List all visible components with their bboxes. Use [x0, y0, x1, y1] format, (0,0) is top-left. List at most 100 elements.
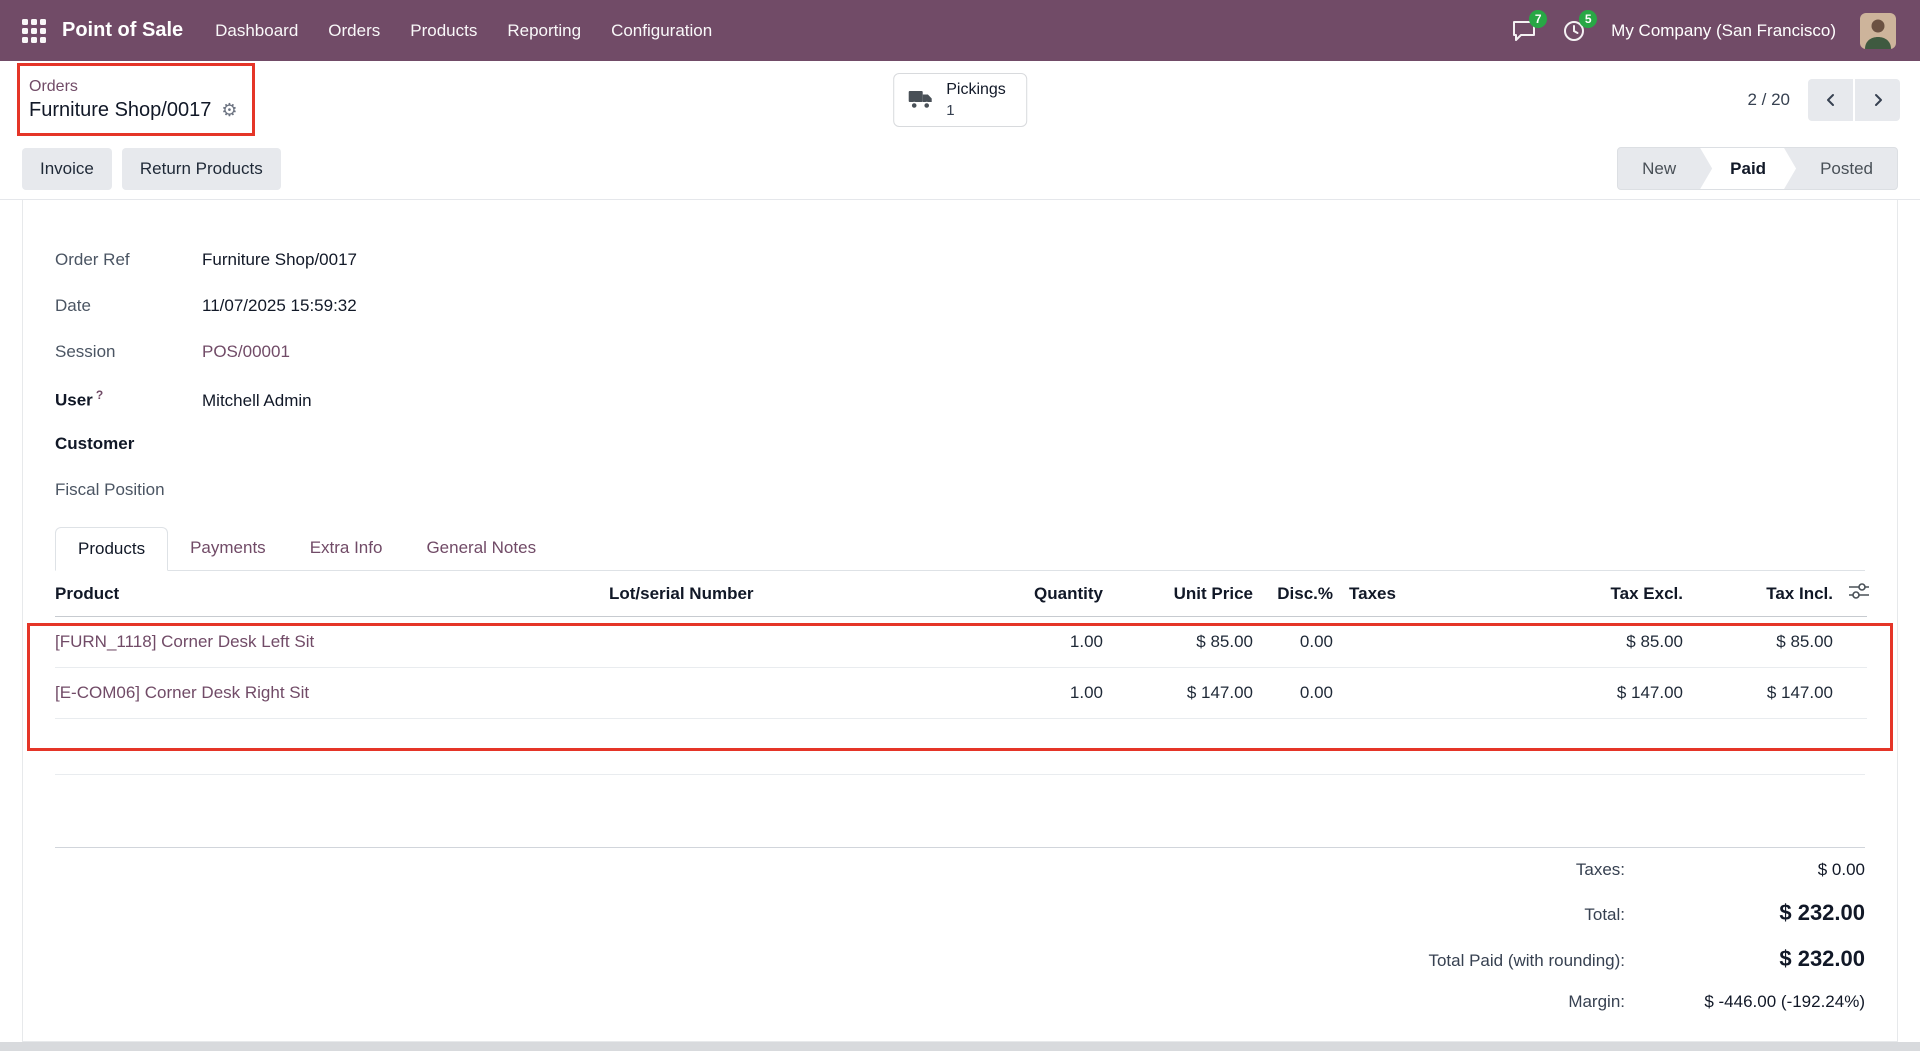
pickings-count: 1 [946, 101, 954, 121]
discount-cell-row-1[interactable]: 0.00 [1261, 617, 1341, 668]
field-value-user[interactable]: Mitchell Admin [202, 391, 312, 411]
activities-button[interactable]: 5 [1561, 18, 1587, 44]
table-header-row: Product Lot/serial Number Quantity Unit … [55, 571, 1867, 617]
notebook-tabs: Products Payments Extra Info General Not… [55, 526, 1865, 571]
product-lines-table: Product Lot/serial Number Quantity Unit … [55, 571, 1867, 719]
page-bottom-strip [0, 1042, 1920, 1051]
lot-cell-row-1[interactable] [601, 617, 881, 668]
field-session: Session POS/00001 [55, 342, 1865, 370]
top-navbar: Point of Sale Dashboard Orders Products … [0, 0, 1920, 61]
field-label-session: Session [55, 342, 202, 362]
tab-products[interactable]: Products [55, 527, 168, 571]
col-header-lot-serial[interactable]: Lot/serial Number [601, 571, 881, 617]
table-row[interactable]: [E-COM06] Corner Desk Right Sit 1.00 $ 1… [55, 668, 1867, 719]
pager: 2 / 20 [1747, 79, 1900, 121]
user-avatar[interactable] [1860, 13, 1896, 49]
field-label-user: User? [55, 388, 202, 411]
totals-paid-label: Total Paid (with rounding): [1428, 951, 1625, 971]
product-link-row-2[interactable]: [E-COM06] Corner Desk Right Sit [55, 683, 309, 702]
status-step-new[interactable]: New [1618, 148, 1700, 189]
optional-columns-button[interactable] [1841, 571, 1867, 617]
help-icon[interactable]: ? [96, 388, 103, 402]
activities-badge: 5 [1579, 10, 1597, 28]
quantity-cell-row-1[interactable]: 1.00 [881, 617, 1111, 668]
avatar-image [1860, 13, 1896, 49]
navbar-right: 7 5 My Company (San Francisco) [1511, 13, 1896, 49]
field-value-date[interactable]: 11/07/2025 15:59:32 [202, 296, 357, 316]
messages-badge: 7 [1529, 10, 1547, 28]
field-value-session-link[interactable]: POS/00001 [202, 342, 290, 362]
pickings-button[interactable]: Pickings 1 [893, 73, 1027, 127]
col-header-discount[interactable]: Disc.% [1261, 571, 1341, 617]
quantity-cell-row-2[interactable]: 1.00 [881, 668, 1111, 719]
company-switcher[interactable]: My Company (San Francisco) [1611, 21, 1836, 41]
messages-button[interactable]: 7 [1511, 18, 1537, 44]
field-label-date: Date [55, 296, 202, 316]
col-header-unit-price[interactable]: Unit Price [1111, 571, 1261, 617]
col-header-quantity[interactable]: Quantity [881, 571, 1111, 617]
col-header-tax-incl[interactable]: Tax Incl. [1691, 571, 1841, 617]
tax-incl-cell-row-2: $ 147.00 [1691, 668, 1841, 719]
field-customer: Customer [55, 434, 1865, 462]
tab-general-notes[interactable]: General Notes [404, 527, 558, 571]
pager-value: 2 / 20 [1747, 90, 1790, 110]
col-header-product[interactable]: Product [55, 571, 601, 617]
taxes-cell-row-1[interactable] [1341, 617, 1501, 668]
apps-grid-icon[interactable] [22, 19, 46, 43]
totals-taxes-value: $ 0.00 [1625, 860, 1865, 880]
field-value-order-ref[interactable]: Furniture Shop/0017 [202, 250, 357, 270]
sliders-icon [1849, 583, 1869, 599]
totals-total-row: Total: $ 232.00 [55, 890, 1865, 936]
breadcrumb-current-title: Furniture Shop/0017 [29, 99, 211, 122]
app-name[interactable]: Point of Sale [62, 19, 183, 42]
field-order-ref: Order Ref Furniture Shop/0017 [55, 250, 1865, 278]
lot-cell-row-2[interactable] [601, 668, 881, 719]
order-form-sheet: Order Ref Furniture Shop/0017 Date 11/07… [22, 200, 1898, 1042]
page: Point of Sale Dashboard Orders Products … [0, 0, 1920, 1051]
menu-orders[interactable]: Orders [328, 21, 380, 41]
totals-taxes-row: Taxes: $ 0.00 [55, 850, 1865, 890]
col-header-tax-excl[interactable]: Tax Excl. [1501, 571, 1691, 617]
col-header-taxes[interactable]: Taxes [1341, 571, 1501, 617]
field-fiscal-position: Fiscal Position [55, 480, 1865, 508]
taxes-cell-row-2[interactable] [1341, 668, 1501, 719]
truck-icon [908, 89, 934, 111]
unit-price-cell-row-2[interactable]: $ 147.00 [1111, 668, 1261, 719]
status-step-paid[interactable]: Paid [1700, 148, 1796, 189]
empty-line-area[interactable] [55, 719, 1865, 775]
totals-total-value: $ 232.00 [1625, 900, 1865, 926]
tax-excl-cell-row-2: $ 147.00 [1501, 668, 1691, 719]
tab-extra-info[interactable]: Extra Info [288, 527, 405, 571]
status-step-posted[interactable]: Posted [1796, 148, 1897, 189]
field-date: Date 11/07/2025 15:59:32 [55, 296, 1865, 324]
totals-paid-value: $ 232.00 [1625, 946, 1865, 972]
menu-reporting[interactable]: Reporting [507, 21, 581, 41]
product-link-row-1[interactable]: [FURN_1118] Corner Desk Left Sit [55, 632, 314, 651]
totals-section: Taxes: $ 0.00 Total: $ 232.00 Total Paid… [55, 848, 1865, 1022]
pager-previous-button[interactable] [1808, 79, 1853, 121]
tax-excl-cell-row-1: $ 85.00 [1501, 617, 1691, 668]
pager-next-button[interactable] [1855, 79, 1900, 121]
totals-paid-row: Total Paid (with rounding): $ 232.00 [55, 936, 1865, 982]
menu-products[interactable]: Products [410, 21, 477, 41]
table-row[interactable]: [FURN_1118] Corner Desk Left Sit 1.00 $ … [55, 617, 1867, 668]
chevron-right-icon [1870, 92, 1886, 108]
gear-icon[interactable]: ⚙ [221, 101, 237, 119]
totals-margin-value: $ -446.00 (-192.24%) [1625, 992, 1865, 1012]
breadcrumb-orders-link[interactable]: Orders [29, 78, 237, 96]
tab-payments[interactable]: Payments [168, 527, 288, 571]
menu-configuration[interactable]: Configuration [611, 21, 712, 41]
breadcrumb: Orders Furniture Shop/0017 ⚙ [29, 78, 237, 122]
menu-dashboard[interactable]: Dashboard [215, 21, 298, 41]
field-label-order-ref: Order Ref [55, 250, 202, 270]
discount-cell-row-2[interactable]: 0.00 [1261, 668, 1341, 719]
totals-margin-row: Margin: $ -446.00 (-192.24%) [55, 982, 1865, 1022]
tax-incl-cell-row-1: $ 85.00 [1691, 617, 1841, 668]
statusbar: New Paid Posted [1617, 147, 1898, 190]
return-products-button[interactable]: Return Products [122, 148, 281, 190]
field-label-fiscal-position: Fiscal Position [55, 480, 202, 500]
unit-price-cell-row-1[interactable]: $ 85.00 [1111, 617, 1261, 668]
pickings-label: Pickings [946, 80, 1006, 101]
field-user: User? Mitchell Admin [55, 388, 1865, 416]
invoice-button[interactable]: Invoice [22, 148, 112, 190]
